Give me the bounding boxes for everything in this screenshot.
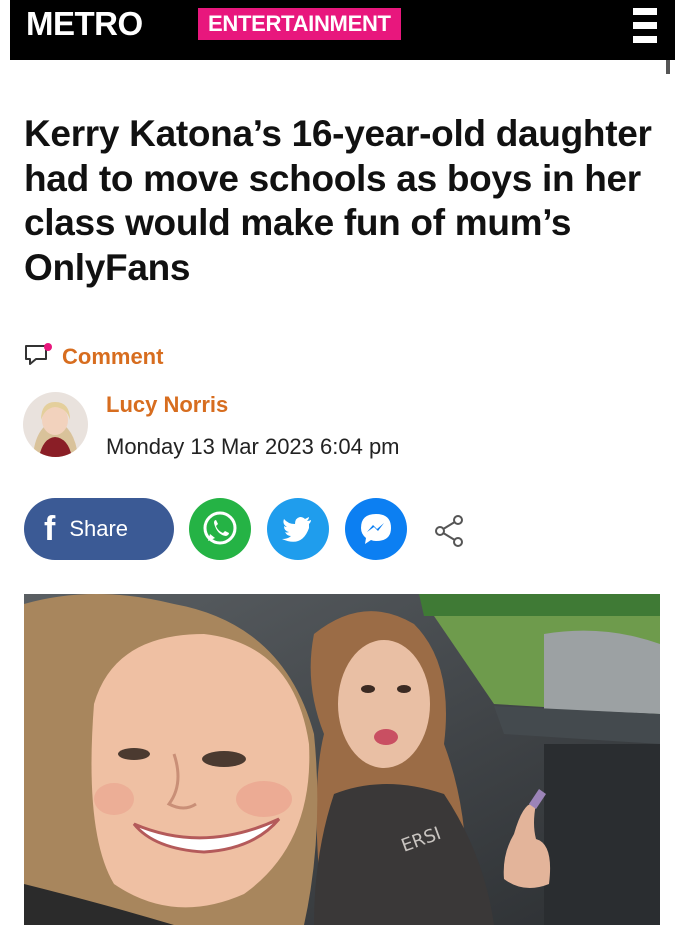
facebook-icon: f xyxy=(44,509,56,548)
comment-label: Comment xyxy=(62,344,164,369)
whatsapp-share-button[interactable] xyxy=(189,498,251,560)
twitter-share-button[interactable] xyxy=(267,498,329,560)
hamburger-menu-icon[interactable] xyxy=(633,8,657,44)
share-icon[interactable] xyxy=(430,512,468,550)
section-badge[interactable]: ENTERTAINMENT xyxy=(198,8,401,40)
messenger-share-button[interactable] xyxy=(345,498,407,560)
facebook-share-label: Share xyxy=(69,516,129,541)
facebook-share-button[interactable]: f Share xyxy=(24,498,174,560)
comment-link[interactable]: Comment xyxy=(24,342,164,373)
author-avatar[interactable] xyxy=(23,392,88,457)
scrollbar[interactable] xyxy=(666,60,670,74)
comment-icon xyxy=(24,342,54,373)
article-photo: ERSI xyxy=(24,594,660,925)
site-header: METRO ENTERTAINMENT xyxy=(10,0,675,60)
metro-logo[interactable]: METRO xyxy=(26,6,143,42)
publish-date: Monday 13 Mar 2023 6:04 pm xyxy=(106,434,400,459)
article-headline: Kerry Katona’s 16-year-old daughter had … xyxy=(24,113,652,288)
whatsapp-icon xyxy=(203,511,237,545)
author-name[interactable]: Lucy Norris xyxy=(106,392,228,418)
twitter-icon xyxy=(282,517,311,542)
messenger-icon xyxy=(361,514,391,544)
